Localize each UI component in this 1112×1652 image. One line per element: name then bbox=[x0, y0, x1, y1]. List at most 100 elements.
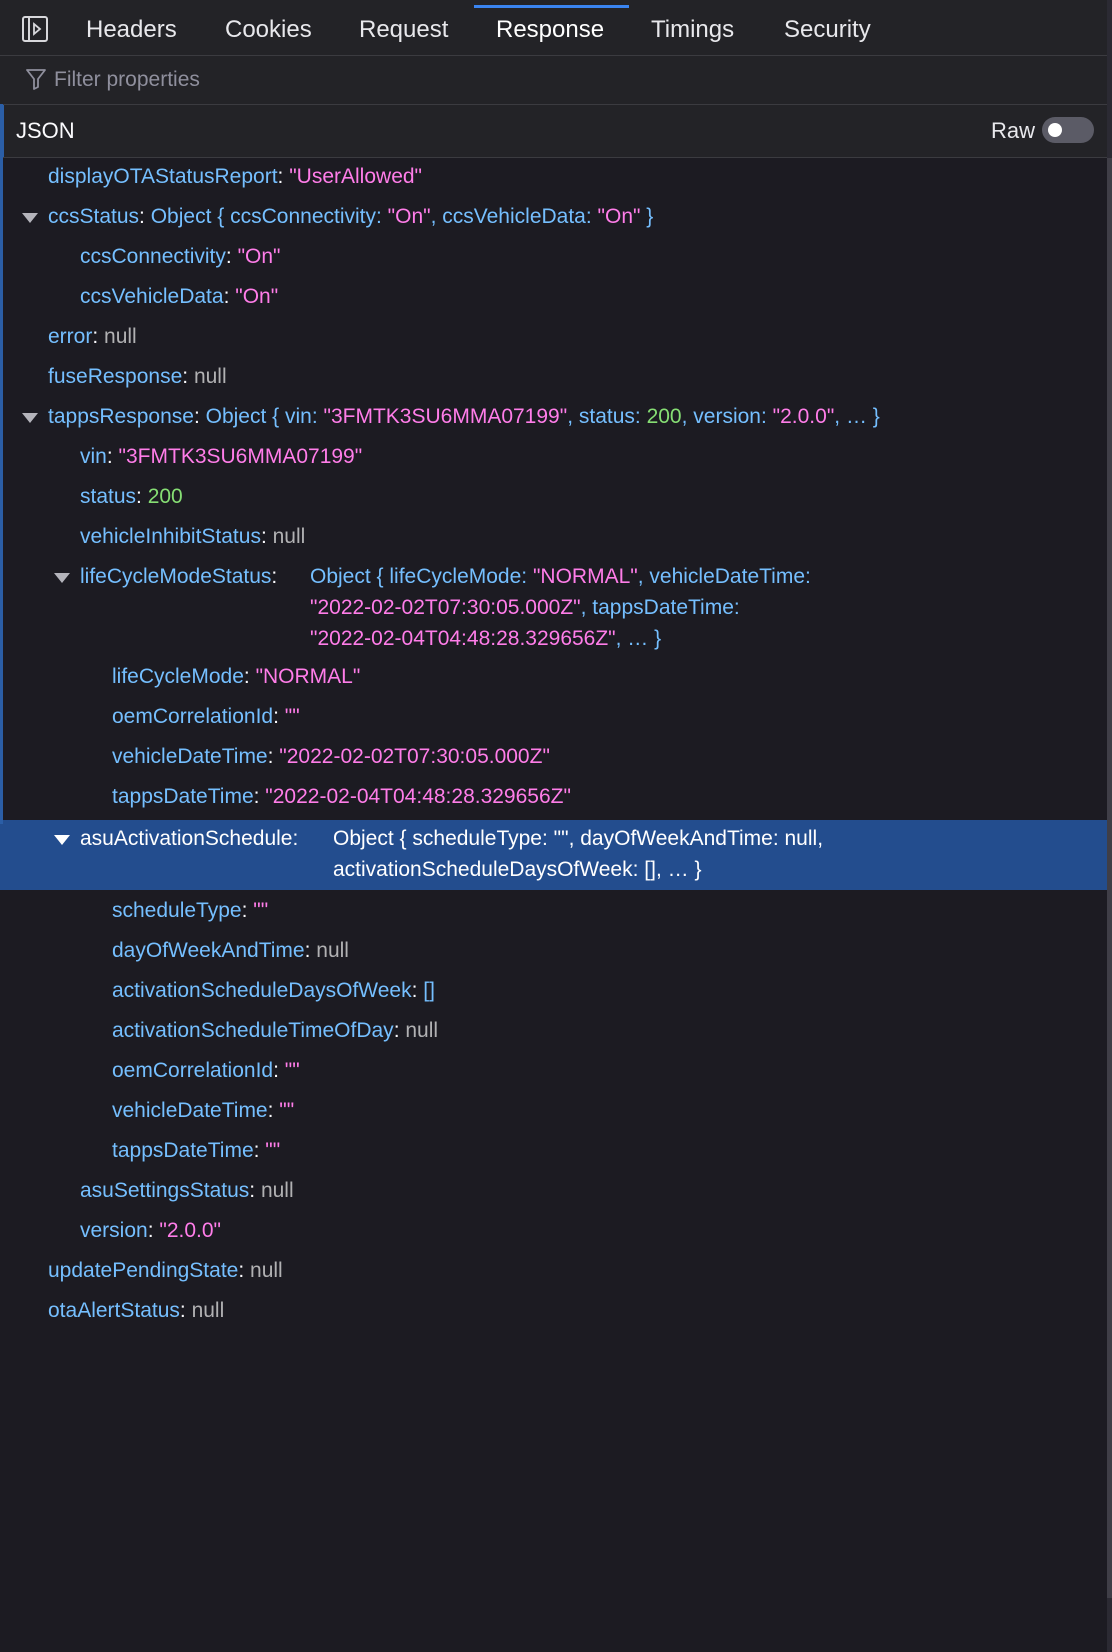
expanded-arrow-icon[interactable] bbox=[22, 213, 38, 223]
tree-row-asuActivationSchedule[interactable]: asuActivationSchedule: Object { schedule… bbox=[0, 820, 1107, 890]
tree-sep: : bbox=[241, 899, 254, 922]
tree-row-status[interactable]: status: 200 bbox=[0, 478, 1107, 518]
tree-sep: : bbox=[223, 285, 236, 308]
tree-value: null bbox=[260, 1179, 294, 1202]
json-header: JSON Raw bbox=[0, 105, 1107, 158]
tree-row-fuseResponse[interactable]: fuseResponse: null bbox=[0, 358, 1107, 398]
tree-summary: "2022-02-02T07:30:05.000Z" bbox=[310, 596, 581, 619]
filter-icon bbox=[26, 69, 46, 90]
tree-value: 200 bbox=[147, 485, 183, 508]
tab-response[interactable]: Response bbox=[496, 0, 604, 55]
tree-summary: scheduleType: bbox=[412, 827, 554, 850]
tree-key: tappsDateTime bbox=[112, 785, 254, 808]
filter-properties-input[interactable] bbox=[54, 64, 954, 96]
tree-summary: "NORMAL" bbox=[532, 565, 638, 588]
tree-summary: "On" bbox=[597, 205, 641, 228]
tree-summary: dayOfWeekAndTime: bbox=[580, 827, 785, 850]
tree-summary: Object { bbox=[150, 205, 231, 228]
tree-key: lifeCycleMode bbox=[112, 665, 244, 688]
toggle-sidebar-icon[interactable] bbox=[22, 16, 48, 42]
tree-key: ccsVehicleData bbox=[80, 285, 224, 308]
tree-sep: : bbox=[267, 745, 280, 768]
tree-row-dayOfWeekAndTime[interactable]: dayOfWeekAndTime: null bbox=[0, 932, 1107, 972]
scrollbar-thumb[interactable] bbox=[1107, 158, 1112, 1598]
focus-edge bbox=[0, 104, 3, 824]
filter-bar bbox=[0, 56, 1107, 105]
expanded-arrow-icon[interactable] bbox=[54, 835, 70, 845]
tree-row-otaAlertStatus[interactable]: otaAlertStatus: null bbox=[0, 1292, 1107, 1332]
tree-row-version[interactable]: version: "2.0.0" bbox=[0, 1212, 1107, 1252]
tree-row-activationScheduleDaysOfWeek[interactable]: activationScheduleDaysOfWeek: [] bbox=[0, 972, 1107, 1012]
tab-security[interactable]: Security bbox=[784, 0, 871, 55]
tree-summary: } bbox=[640, 205, 654, 228]
tree-key: displayOTAStatusReport bbox=[48, 165, 278, 188]
tree-row-activationScheduleTimeOfDay[interactable]: activationScheduleTimeOfDay: null bbox=[0, 1012, 1107, 1052]
tree-row-asuSettingsStatus[interactable]: asuSettingsStatus: null bbox=[0, 1172, 1107, 1212]
raw-toggle[interactable] bbox=[1042, 117, 1094, 143]
tree-row-tappsResponse[interactable]: tappsResponse: Object { vin: "3FMTK3SU6M… bbox=[0, 398, 1107, 438]
tree-summary: [] bbox=[644, 858, 656, 881]
raw-toggle-knob bbox=[1048, 123, 1062, 137]
tree-value: "" bbox=[265, 1139, 281, 1162]
tree-summary: , bbox=[681, 405, 694, 428]
tree-row-vehicleDateTime[interactable]: vehicleDateTime: "2022-02-02T07:30:05.00… bbox=[0, 738, 1107, 778]
expanded-arrow-icon[interactable] bbox=[22, 413, 38, 423]
tree-row-vin[interactable]: vin: "3FMTK3SU6MMA07199" bbox=[0, 438, 1107, 478]
tree-row-scheduleType[interactable]: scheduleType: "" bbox=[0, 892, 1107, 932]
tree-value: null bbox=[193, 365, 227, 388]
tree-key: vehicleDateTime bbox=[112, 745, 268, 768]
tree-key: tappsDateTime bbox=[112, 1139, 254, 1162]
tab-request[interactable]: Request bbox=[359, 0, 448, 55]
tree-sep: : bbox=[92, 325, 105, 348]
tree-row-oemCorrelationId[interactable]: oemCorrelationId: "" bbox=[0, 698, 1107, 738]
tree-summary: vehicleDateTime: bbox=[649, 565, 811, 588]
tree-sep: : bbox=[253, 785, 266, 808]
tree-value: "UserAllowed" bbox=[289, 165, 423, 188]
tree-row-ccsConnectivity[interactable]: ccsConnectivity: "On" bbox=[0, 238, 1107, 278]
tree-row-updatePendingState[interactable]: updatePendingState: null bbox=[0, 1252, 1107, 1292]
tree-key: activationScheduleTimeOfDay bbox=[112, 1019, 394, 1042]
json-section-title[interactable]: JSON bbox=[16, 105, 75, 157]
tree-key: vin bbox=[80, 445, 107, 468]
tree-sep: : bbox=[292, 827, 299, 850]
tree-summary: , bbox=[567, 405, 579, 428]
tree-summary: 200 bbox=[646, 405, 682, 428]
tree-value: "3FMTK3SU6MMA07199" bbox=[118, 445, 363, 468]
tree-sep: : bbox=[243, 665, 256, 688]
tree-key: tappsResponse bbox=[48, 405, 194, 428]
tree-sep: : bbox=[136, 485, 148, 508]
tree-key: oemCorrelationId bbox=[112, 1059, 274, 1082]
tree-summary: "" bbox=[553, 827, 569, 850]
tab-timings[interactable]: Timings bbox=[651, 0, 734, 55]
tree-value: "On" bbox=[237, 245, 281, 268]
tab-cookies[interactable]: Cookies bbox=[225, 0, 312, 55]
tree-sep: : bbox=[271, 565, 278, 588]
tree-value: null bbox=[405, 1019, 439, 1042]
tree-row-vehicleInhibitStatus[interactable]: vehicleInhibitStatus: null bbox=[0, 518, 1107, 558]
expanded-arrow-icon[interactable] bbox=[54, 573, 70, 583]
tree-row-displayOTAStatusReport[interactable]: displayOTAStatusReport: "UserAllowed" bbox=[0, 158, 1107, 198]
tab-headers[interactable]: Headers bbox=[86, 0, 177, 55]
tree-sep: : bbox=[393, 1019, 406, 1042]
tree-key: error bbox=[48, 325, 93, 348]
tree-row-lifeCycleMode[interactable]: lifeCycleMode: "NORMAL" bbox=[0, 658, 1107, 698]
tree-row-ccsStatus[interactable]: ccsStatus: Object { ccsConnectivity: "On… bbox=[0, 198, 1107, 238]
tree-value: "" bbox=[284, 1059, 300, 1082]
tree-row-lifeCycleModeStatus[interactable]: lifeCycleModeStatus: Object { lifeCycleM… bbox=[0, 558, 1107, 658]
tree-sep: : bbox=[273, 705, 285, 728]
tree-value: "NORMAL" bbox=[255, 665, 361, 688]
tree-key: fuseResponse bbox=[48, 365, 183, 388]
tree-sep: : bbox=[249, 1179, 261, 1202]
tree-row-tappsDateTime[interactable]: tappsDateTime: "" bbox=[0, 1132, 1107, 1172]
tree-value: "" bbox=[284, 705, 300, 728]
tree-value: null bbox=[191, 1299, 225, 1322]
tree-summary: Object { bbox=[310, 565, 390, 588]
tree-row-vehicleDateTime[interactable]: vehicleDateTime: "" bbox=[0, 1092, 1107, 1132]
tree-row-tappsDateTime[interactable]: tappsDateTime: "2022-02-04T04:48:28.3296… bbox=[0, 778, 1107, 818]
tree-row-oemCorrelationId[interactable]: oemCorrelationId: "" bbox=[0, 1052, 1107, 1092]
tree-summary: ccsConnectivity: bbox=[230, 205, 388, 228]
tree-value: "2022-02-02T07:30:05.000Z" bbox=[279, 745, 550, 768]
tree-sep: : bbox=[225, 245, 238, 268]
tree-row-ccsVehicleData[interactable]: ccsVehicleData: "On" bbox=[0, 278, 1107, 318]
tree-row-error[interactable]: error: null bbox=[0, 318, 1107, 358]
